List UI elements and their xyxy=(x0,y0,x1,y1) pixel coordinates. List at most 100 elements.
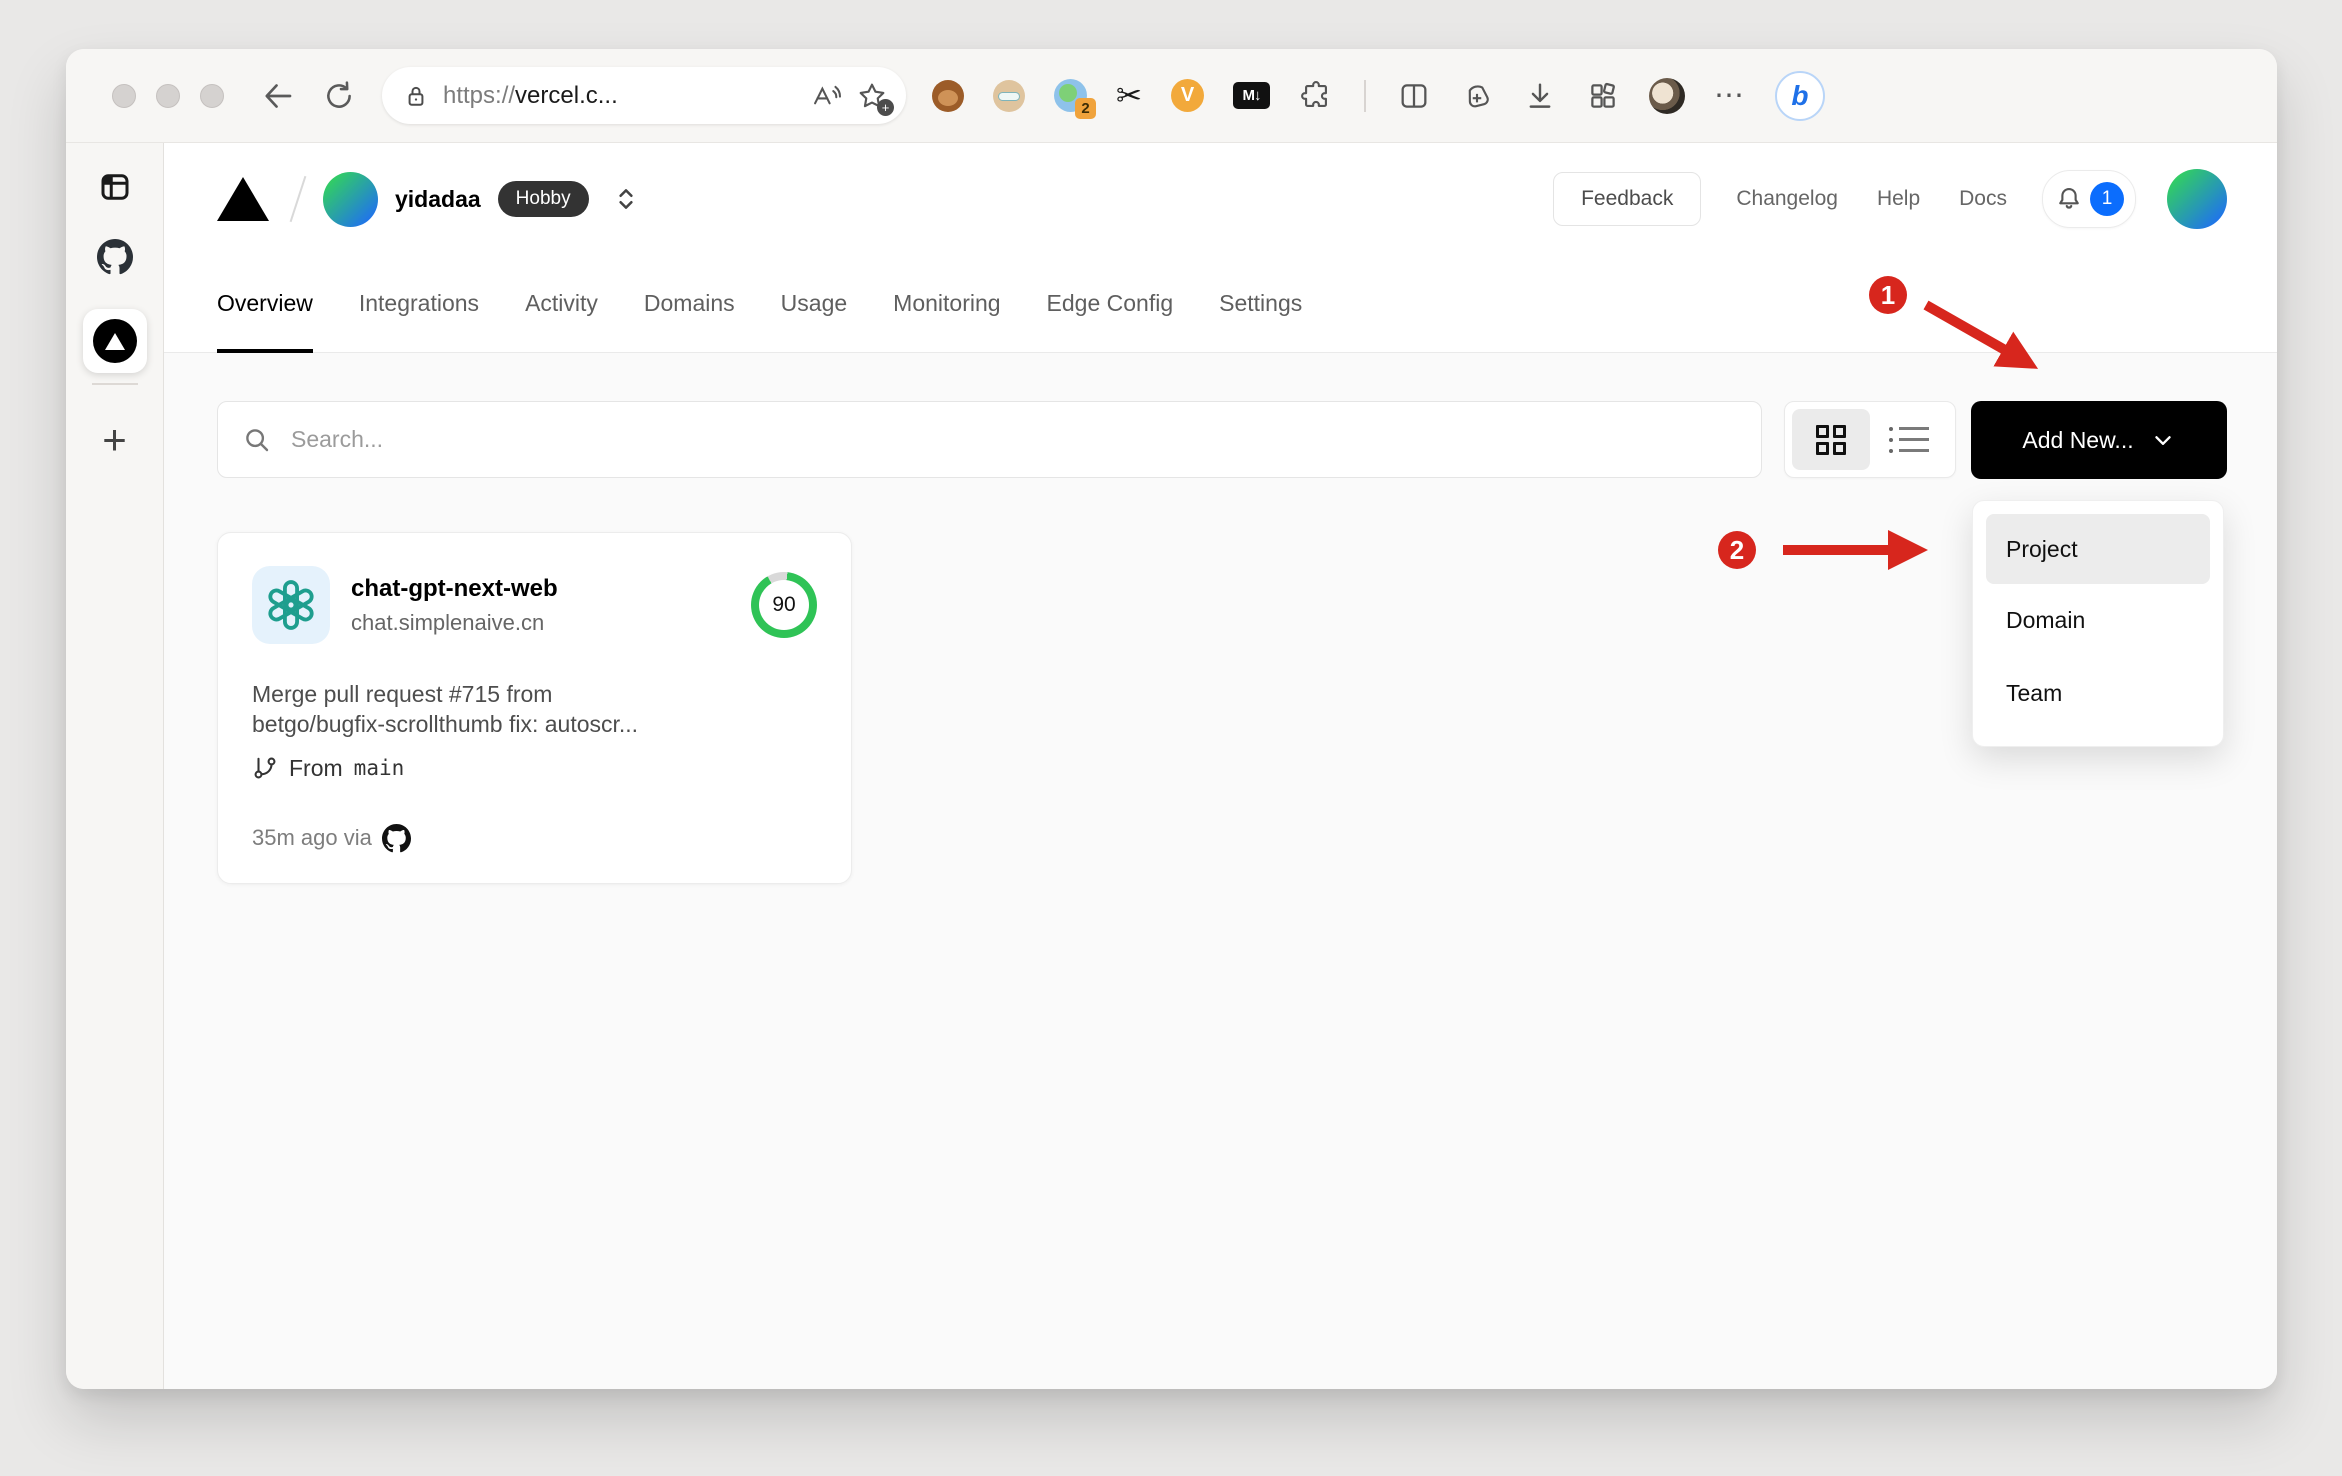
apps-icon[interactable] xyxy=(1586,79,1620,113)
tab-github[interactable] xyxy=(96,239,133,275)
dropdown-item-project[interactable]: Project xyxy=(1986,514,2210,584)
view-toggle xyxy=(1784,401,1956,478)
extensions-row: 2 ✂ V M↓ ⋯ b xyxy=(932,70,1825,121)
add-new-button[interactable]: Add New... xyxy=(1971,401,2227,479)
github-source-icon xyxy=(381,823,411,853)
tab-domains[interactable]: Domains xyxy=(644,255,735,352)
chrome-body: + yidadaa Hobby Feedback Changelog Help … xyxy=(66,143,2277,1389)
vercel-logo[interactable] xyxy=(217,177,269,221)
deploy-meta-row: 35m ago via xyxy=(252,823,817,853)
openai-logo xyxy=(252,566,330,644)
split-screen-icon[interactable] xyxy=(1397,79,1431,113)
dropdown-item-domain[interactable]: Domain xyxy=(1986,584,2210,657)
notifications-button[interactable]: 1 xyxy=(2042,170,2136,228)
back-button[interactable] xyxy=(260,78,296,114)
team-avatar xyxy=(323,171,378,227)
dashboard-tabs: Overview Integrations Activity Domains U… xyxy=(164,255,2277,353)
vercel-favicon xyxy=(92,319,137,363)
help-link[interactable]: Help xyxy=(1873,187,1924,211)
tab-edge-config[interactable]: Edge Config xyxy=(1047,255,1174,352)
add-new-dropdown: Project Domain Team xyxy=(1972,500,2224,747)
tab-overview[interactable]: Overview xyxy=(217,255,313,353)
address-bar[interactable]: https://vercel.c... + xyxy=(382,67,906,124)
tab-vercel-active[interactable] xyxy=(82,309,147,373)
feedback-button[interactable]: Feedback xyxy=(1553,172,1702,226)
github-icon xyxy=(96,239,133,275)
profile-avatar[interactable] xyxy=(1648,77,1685,114)
scissors-ext-icon[interactable]: ✂ xyxy=(1116,80,1142,111)
window-controls xyxy=(112,83,224,108)
grid-view-icon xyxy=(1816,424,1846,455)
deploy-time: 35m ago via xyxy=(252,825,372,851)
puzzle-icon[interactable] xyxy=(1299,79,1333,113)
tab-settings[interactable]: Settings xyxy=(1219,255,1302,352)
browser-window: https://vercel.c... + 2 ✂ V M↓ ⋯ b + yid… xyxy=(66,49,2277,1389)
vercel-body: Add New... xyxy=(164,353,2277,884)
refresh-button[interactable] xyxy=(322,79,356,113)
dropdown-item-team[interactable]: Team xyxy=(1986,657,2210,730)
markdown-ext-icon[interactable]: M↓ xyxy=(1232,82,1270,109)
docs-link[interactable]: Docs xyxy=(1955,187,2011,211)
tab-usage[interactable]: Usage xyxy=(781,255,847,352)
git-branch-icon xyxy=(252,755,278,781)
changelog-link[interactable]: Changelog xyxy=(1732,187,1842,211)
v-ext-icon[interactable]: V xyxy=(1170,79,1204,112)
branch-row: From main xyxy=(252,755,817,782)
score-ring: 90 xyxy=(751,572,817,638)
url-text: https://vercel.c... xyxy=(443,81,618,109)
desktop: { "browser": { "url": { "scheme": "https… xyxy=(0,0,2342,1476)
project-name: chat-gpt-next-web xyxy=(351,574,558,602)
vercel-page: yidadaa Hobby Feedback Changelog Help Do… xyxy=(164,143,2277,1389)
user-avatar[interactable] xyxy=(2167,169,2227,229)
tab-integrations[interactable]: Integrations xyxy=(359,255,479,352)
notification-count: 1 xyxy=(2090,182,2124,216)
grid-view-button[interactable] xyxy=(1792,409,1870,470)
list-view-button[interactable] xyxy=(1870,409,1948,470)
more-menu-icon[interactable]: ⋯ xyxy=(1714,78,1746,113)
add-favorite-plus: + xyxy=(877,98,894,116)
favorites-add-icon[interactable]: + xyxy=(856,80,894,116)
minimize-window-button[interactable] xyxy=(156,83,180,108)
search-icon xyxy=(242,425,272,455)
bing-chat-icon[interactable]: b xyxy=(1774,70,1825,121)
toolbar-divider xyxy=(1363,79,1366,112)
add-new-label: Add New... xyxy=(2022,426,2134,453)
vercel-header: yidadaa Hobby Feedback Changelog Help Do… xyxy=(164,143,2277,353)
search-box xyxy=(217,401,1762,478)
breadcrumb-slash xyxy=(289,175,307,223)
tab-activity[interactable]: Activity xyxy=(525,255,598,352)
sidebar-toggle-button[interactable] xyxy=(97,169,133,205)
plan-badge: Hobby xyxy=(497,181,589,217)
branch-name: main xyxy=(353,756,405,781)
proxy-ext-icon[interactable]: 2 xyxy=(1054,79,1096,119)
sidebar-toggle-icon xyxy=(97,169,133,205)
bell-icon xyxy=(2054,184,2084,214)
chevron-down-icon xyxy=(2150,427,2176,453)
browser-toolbar: https://vercel.c... + 2 ✂ V M↓ ⋯ b xyxy=(66,49,2277,143)
lock-icon xyxy=(402,82,430,110)
commit-message: Merge pull request #715 from betgo/bugfi… xyxy=(252,681,639,738)
back-icon xyxy=(260,78,296,114)
refresh-icon xyxy=(322,79,356,113)
tab-monitoring[interactable]: Monitoring xyxy=(893,255,1000,352)
team-scope-switcher[interactable]: yidadaa Hobby xyxy=(323,171,640,227)
branch-prefix: From xyxy=(289,754,343,781)
project-card[interactable]: chat-gpt-next-web chat.simplenaive.cn 90… xyxy=(217,532,852,884)
persona-ext-icon[interactable] xyxy=(993,79,1025,112)
tampermonkey-icon[interactable] xyxy=(932,79,964,112)
score-value: 90 xyxy=(759,580,809,630)
project-domain-link[interactable]: chat.simplenaive.cn xyxy=(351,610,558,636)
tab-divider xyxy=(91,383,138,385)
team-name: yidadaa xyxy=(395,185,481,212)
list-view-icon xyxy=(1889,426,1929,453)
collections-icon[interactable] xyxy=(1460,79,1494,113)
search-input[interactable] xyxy=(289,425,1737,454)
scope-selector-icon[interactable] xyxy=(612,185,640,213)
new-tab-button[interactable]: + xyxy=(102,419,127,461)
read-aloud-icon[interactable] xyxy=(809,79,843,113)
extension-badge: 2 xyxy=(1075,98,1096,119)
close-window-button[interactable] xyxy=(112,83,136,108)
maximize-window-button[interactable] xyxy=(200,83,224,108)
download-icon[interactable] xyxy=(1523,79,1557,113)
vertical-tab-strip: + xyxy=(66,143,164,1389)
